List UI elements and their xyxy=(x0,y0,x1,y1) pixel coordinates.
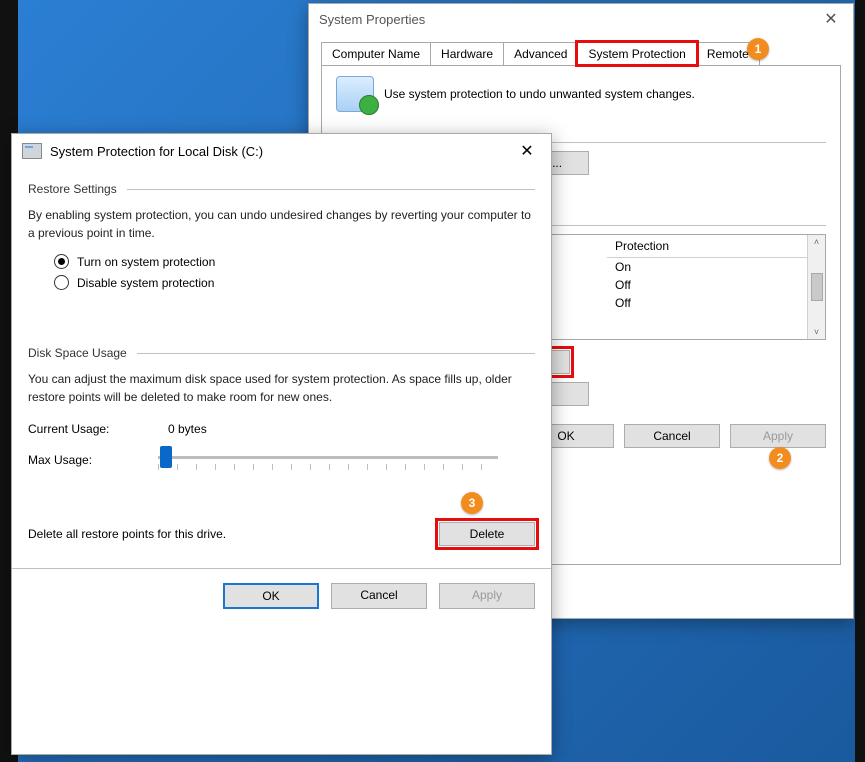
section-restore-settings: Restore Settings xyxy=(28,182,117,196)
delete-button[interactable]: Delete xyxy=(439,522,535,546)
disk-paragraph: You can adjust the maximum disk space us… xyxy=(28,370,535,406)
annotation-badge-2: 2 xyxy=(769,447,791,469)
tab-advanced[interactable]: Advanced xyxy=(503,42,578,65)
close-icon[interactable]: ✕ xyxy=(811,5,851,33)
max-usage-slider[interactable] xyxy=(158,446,498,474)
dialog-title: System Protection for Local Disk (C:) xyxy=(50,144,499,159)
tab-computer-name[interactable]: Computer Name xyxy=(321,42,431,65)
max-usage-label: Max Usage: xyxy=(28,453,138,467)
section-disk-usage: Disk Space Usage xyxy=(28,346,127,360)
protection-value[interactable]: On xyxy=(607,258,807,276)
protection-info: Use system protection to undo unwanted s… xyxy=(384,87,695,101)
radio-disable[interactable]: Disable system protection xyxy=(54,275,535,290)
protection-value[interactable]: Off xyxy=(607,294,807,312)
radio-label: Turn on system protection xyxy=(77,255,215,269)
titlebar[interactable]: System Properties ✕ xyxy=(309,4,853,34)
tab-hardware[interactable]: Hardware xyxy=(430,42,504,65)
radio-icon[interactable] xyxy=(54,275,69,290)
drive-icon xyxy=(22,143,42,159)
annotation-badge-3: 3 xyxy=(461,492,483,514)
slider-thumb[interactable] xyxy=(160,446,172,468)
radio-label: Disable system protection xyxy=(77,276,214,290)
current-usage-value: 0 bytes xyxy=(168,422,207,436)
radio-turn-on[interactable]: Turn on system protection xyxy=(54,254,535,269)
current-usage-label: Current Usage: xyxy=(28,422,138,436)
cancel-button[interactable]: Cancel xyxy=(624,424,720,448)
apply-button: Apply xyxy=(439,583,535,609)
ok-button[interactable]: OK xyxy=(223,583,319,609)
delete-desc: Delete all restore points for this drive… xyxy=(28,527,226,541)
system-protection-dialog: System Protection for Local Disk (C:) ✕ … xyxy=(11,133,552,755)
protection-value[interactable]: Off xyxy=(607,276,807,294)
column-protection: Protection xyxy=(607,235,807,258)
cancel-button[interactable]: Cancel xyxy=(331,583,427,609)
scrollbar[interactable]: ˄ ˅ xyxy=(807,235,825,339)
scroll-thumb[interactable] xyxy=(811,273,823,301)
dialog-titlebar[interactable]: System Protection for Local Disk (C:) ✕ xyxy=(12,134,551,168)
tab-system-protection[interactable]: System Protection xyxy=(577,42,696,65)
restore-paragraph: By enabling system protection, you can u… xyxy=(28,206,535,242)
close-icon[interactable]: ✕ xyxy=(507,137,547,165)
chevron-down-icon[interactable]: ˅ xyxy=(814,327,819,337)
apply-button: Apply xyxy=(730,424,826,448)
chevron-up-icon[interactable]: ˄ xyxy=(814,237,819,247)
shield-computer-icon xyxy=(336,76,374,112)
annotation-badge-1: 1 xyxy=(747,38,769,60)
window-title: System Properties xyxy=(319,12,811,27)
radio-icon[interactable] xyxy=(54,254,69,269)
